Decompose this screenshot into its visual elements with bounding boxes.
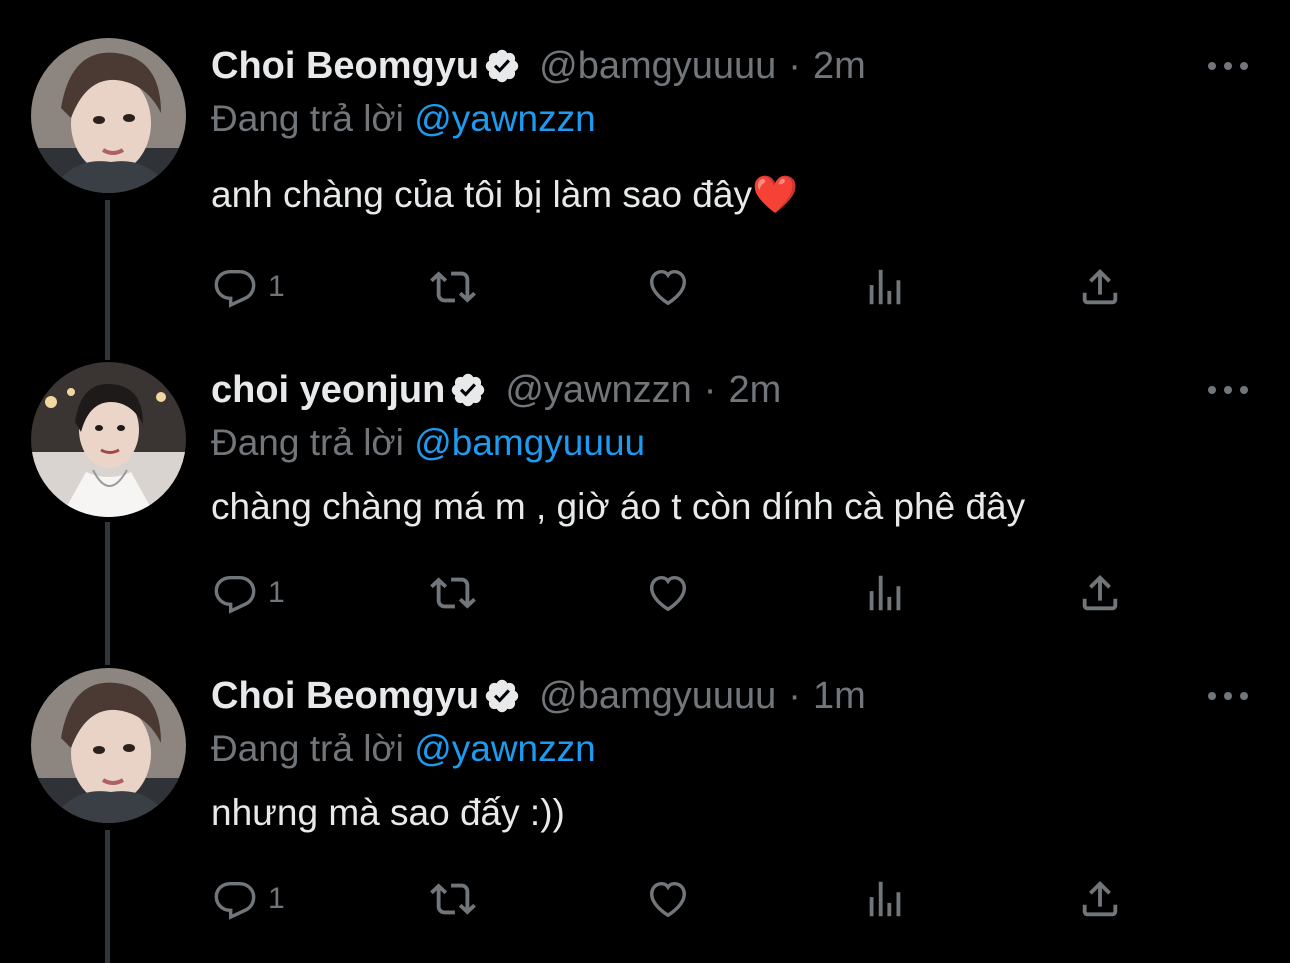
- verified-badge-icon: [483, 47, 521, 85]
- reply-icon: [214, 881, 256, 920]
- retweet-icon: [430, 271, 476, 303]
- replying-to: Đang trả lời @yawnzzn: [211, 728, 596, 770]
- display-name[interactable]: Choi Beomgyu: [211, 45, 479, 88]
- heart-icon: [649, 881, 687, 918]
- reply-button[interactable]: 1: [212, 568, 285, 618]
- reply-prefix: Đang trả lời: [211, 98, 404, 139]
- beomgyu-avatar: [31, 668, 186, 823]
- handle[interactable]: @yawnzzn: [505, 369, 691, 412]
- display-name[interactable]: Choi Beomgyu: [211, 675, 479, 718]
- like-button[interactable]: [645, 874, 691, 924]
- replying-to: Đang trả lời @bamgyuuuu: [211, 422, 645, 464]
- like-button[interactable]: [645, 262, 691, 312]
- heart-icon: [649, 269, 687, 306]
- heart-icon: [649, 575, 687, 612]
- views-button[interactable]: [862, 262, 908, 312]
- retweet-icon: [430, 577, 476, 609]
- reply-icon: [214, 575, 256, 614]
- action-bar: 1: [0, 874, 1290, 924]
- views-button[interactable]: [862, 874, 908, 924]
- timestamp[interactable]: 1m: [813, 675, 866, 718]
- display-name[interactable]: choi yeonjun: [211, 369, 445, 412]
- reply-prefix: Đang trả lời: [211, 728, 404, 769]
- verified-badge-icon: [483, 677, 521, 715]
- yeonjun-avatar: [31, 362, 186, 517]
- analytics-icon: [869, 881, 901, 917]
- handle[interactable]: @bamgyuuuu: [539, 45, 776, 88]
- separator: ·: [788, 44, 801, 87]
- action-bar: 1: [0, 262, 1290, 312]
- share-button[interactable]: [1077, 874, 1123, 924]
- analytics-icon: [869, 575, 901, 611]
- reply-count: 1: [268, 882, 285, 915]
- share-icon: [1082, 880, 1118, 917]
- tweet-text: nhưng mà sao đấy :)): [211, 792, 565, 833]
- verified-badge-icon: [449, 371, 487, 409]
- reply-count: 1: [268, 270, 285, 303]
- reply-mention[interactable]: @yawnzzn: [414, 98, 596, 139]
- replying-to: Đang trả lời @yawnzzn: [211, 98, 596, 140]
- avatar[interactable]: [31, 362, 186, 517]
- retweet-button[interactable]: [430, 874, 476, 924]
- share-icon: [1082, 268, 1118, 305]
- beomgyu-avatar: [31, 38, 186, 193]
- reply-mention[interactable]: @bamgyuuuu: [414, 422, 645, 463]
- share-button[interactable]: [1077, 568, 1123, 618]
- retweet-button[interactable]: [430, 262, 476, 312]
- reply-count: 1: [268, 576, 285, 609]
- share-icon: [1082, 574, 1118, 611]
- separator: ·: [703, 368, 717, 411]
- share-button[interactable]: [1077, 262, 1123, 312]
- analytics-icon: [869, 269, 901, 305]
- reply-mention[interactable]: @yawnzzn: [414, 728, 596, 769]
- avatar[interactable]: [31, 38, 186, 193]
- avatar[interactable]: [31, 668, 186, 823]
- action-bar: 1: [0, 568, 1290, 618]
- reply-icon: [214, 269, 256, 308]
- more-icon[interactable]: [1208, 380, 1248, 400]
- views-button[interactable]: [862, 568, 908, 618]
- reply-button[interactable]: 1: [212, 874, 285, 924]
- retweet-button[interactable]: [430, 568, 476, 618]
- separator: ·: [788, 674, 801, 717]
- more-icon[interactable]: [1208, 56, 1248, 76]
- retweet-icon: [430, 883, 476, 915]
- tweet-text: anh chàng của tôi bị làm sao đây❤️: [211, 174, 799, 215]
- more-icon[interactable]: [1208, 686, 1248, 706]
- reply-button[interactable]: 1: [212, 262, 285, 312]
- reply-prefix: Đang trả lời: [211, 422, 404, 463]
- timestamp[interactable]: 2m: [813, 45, 866, 88]
- tweet-text: chàng chàng má m , giờ áo t còn dính cà …: [211, 486, 1026, 527]
- like-button[interactable]: [645, 568, 691, 618]
- handle[interactable]: @bamgyuuuu: [539, 675, 776, 718]
- timestamp[interactable]: 2m: [728, 369, 781, 412]
